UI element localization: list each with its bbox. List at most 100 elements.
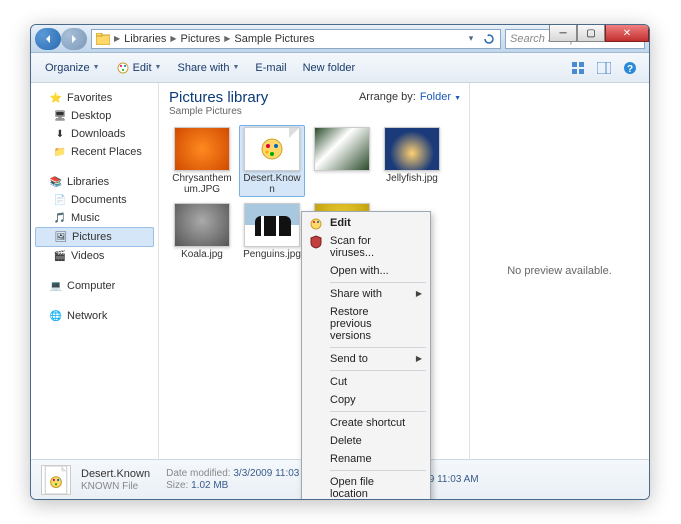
context-menu-item[interactable]: Restore previous versions [304,303,428,345]
file-name-label: Desert.Known [241,173,303,195]
context-menu-item[interactable]: Open file location [304,473,428,500]
context-menu-item[interactable]: Open with... [304,262,428,280]
breadcrumb-sample-pictures[interactable]: Sample Pictures [232,33,316,45]
nav-item-desktop[interactable]: 🖥Desktop [31,107,158,125]
context-menu-item[interactable]: Copy [304,391,428,409]
edit-label: Edit [133,62,152,74]
context-menu-item[interactable]: Cut [304,373,428,391]
forward-button[interactable] [61,28,87,50]
file-item[interactable]: Jellyfish.jpg [379,125,445,197]
file-item[interactable]: Chrysanthemum.JPG [169,125,235,197]
nav-item-pictures[interactable]: 🖼Pictures [35,227,154,247]
navigation-pane: ⭐ Favorites 🖥Desktop ⬇Downloads 📁Recent … [31,83,159,459]
file-item[interactable]: Penguins.jpg [239,201,305,262]
file-name-label: Koala.jpg [171,249,233,260]
file-thumbnail [314,127,370,171]
preview-pane: No preview available. [469,83,649,459]
status-size-label: Size: [166,480,188,491]
pictures-icon: 🖼 [54,230,68,244]
titlebar: ▶ Libraries ▶ Pictures ▶ Sample Pictures… [31,25,649,53]
context-menu-separator [330,470,426,471]
context-menu-item[interactable]: Rename [304,450,428,468]
share-label: Share with [177,62,229,74]
chevron-down-icon: ▼ [93,64,100,71]
share-with-button[interactable]: Share with▼ [171,60,245,76]
status-filetype: KNOWN File [81,481,150,492]
documents-icon: 📄 [53,193,67,207]
file-item[interactable]: Koala.jpg [169,201,235,262]
refresh-button[interactable] [480,30,498,48]
context-menu-separator [330,347,426,348]
new-folder-button[interactable]: New folder [297,60,362,76]
svg-text:?: ? [627,64,633,75]
context-menu-item[interactable]: Share with▶ [304,285,428,303]
music-icon: 🎵 [53,211,67,225]
paint-icon [116,61,130,75]
context-menu-item[interactable]: Edit [304,214,428,232]
arrange-value-dropdown[interactable]: Folder ▼ [420,91,461,103]
nav-computer-label: Computer [67,280,115,292]
chevron-right-icon: ▶ [416,354,422,363]
status-file-icon [41,465,71,495]
preview-pane-button[interactable] [593,58,615,78]
nav-item-music[interactable]: 🎵Music [31,209,158,227]
file-thumbnail [244,203,300,247]
file-item[interactable]: Desert.Known [239,125,305,197]
chevron-down-icon: ▼ [155,64,162,71]
arrange-by: Arrange by: Folder ▼ [359,91,461,103]
view-options-button[interactable] [567,58,589,78]
toolbar: Organize▼ Edit▼ Share with▼ E-mail New f… [31,53,649,83]
downloads-icon: ⬇ [53,127,67,141]
computer-icon: 💻 [49,279,63,293]
status-filename: Desert.Known [81,468,150,480]
organize-label: Organize [45,62,90,74]
address-bar[interactable]: ▶ Libraries ▶ Pictures ▶ Sample Pictures… [91,29,501,49]
nav-item-videos[interactable]: 🎬Videos [31,247,158,265]
context-menu-item[interactable]: Scan for viruses... [304,232,428,262]
status-modified-label: Date modified: [166,468,230,479]
file-thumbnail [174,127,230,171]
file-thumbnail [384,127,440,171]
videos-icon: 🎬 [53,249,67,263]
close-button[interactable]: ✕ [605,24,649,42]
desktop-icon: 🖥 [53,109,67,123]
breadcrumb-pictures[interactable]: Pictures [179,33,223,45]
nav-favorites-label: Favorites [67,92,112,104]
file-name-label: Penguins.jpg [241,249,303,260]
addr-dropdown-button[interactable]: ▾ [462,30,480,48]
file-name-label: Chrysanthemum.JPG [171,173,233,195]
preview-text: No preview available. [507,265,612,277]
context-menu-item[interactable]: Send to▶ [304,350,428,368]
email-button[interactable]: E-mail [249,60,292,76]
back-button[interactable] [35,28,61,50]
nav-item-downloads[interactable]: ⬇Downloads [31,125,158,143]
new-folder-label: New folder [303,62,356,74]
chevron-right-icon: ▶ [112,34,122,43]
nav-item-recent-places[interactable]: 📁Recent Places [31,143,158,161]
breadcrumb-libraries[interactable]: Libraries [122,33,168,45]
arrange-label: Arrange by: [359,91,416,103]
file-thumbnail [174,203,230,247]
help-button[interactable]: ? [619,58,641,78]
star-icon: ⭐ [49,91,63,105]
status-size-value: 1.02 MB [191,480,228,491]
edit-button[interactable]: Edit▼ [110,59,168,77]
context-menu-item[interactable]: Create shortcut [304,414,428,432]
chevron-right-icon: ▶ [222,34,232,43]
email-label: E-mail [255,62,286,74]
context-menu-item[interactable]: Delete [304,432,428,450]
nav-libraries-label: Libraries [67,176,109,188]
nav-libraries-header[interactable]: 📚 Libraries [31,173,158,191]
libraries-icon: 📚 [49,175,63,189]
nav-favorites-header[interactable]: ⭐ Favorites [31,89,158,107]
nav-computer[interactable]: 💻 Computer [31,277,158,295]
file-item[interactable] [309,125,375,197]
context-menu-separator [330,411,426,412]
nav-item-documents[interactable]: 📄Documents [31,191,158,209]
organize-button[interactable]: Organize▼ [39,60,106,76]
minimize-button[interactable]: ─ [549,24,577,42]
maximize-button[interactable]: ▢ [577,24,605,42]
nav-network-label: Network [67,310,107,322]
nav-network[interactable]: 🌐 Network [31,307,158,325]
explorer-window: ▶ Libraries ▶ Pictures ▶ Sample Pictures… [30,24,650,500]
